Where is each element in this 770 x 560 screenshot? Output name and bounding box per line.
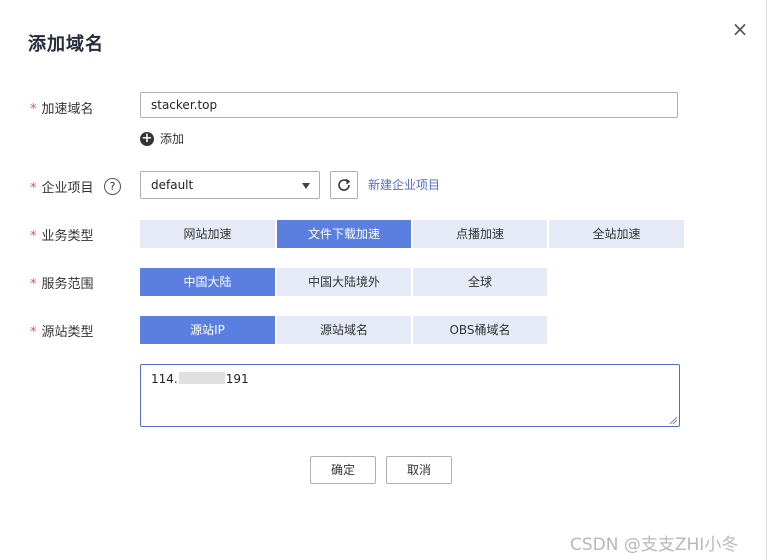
confirm-button[interactable]: 确定 xyxy=(310,456,376,484)
dialog-right-border xyxy=(766,0,767,560)
required-mark: * xyxy=(30,229,37,244)
origin-type-label: * 源站类型 xyxy=(30,325,94,340)
add-domain-button[interactable]: + 添加 xyxy=(140,130,184,147)
business-type-option[interactable]: 网站加速 xyxy=(140,220,275,248)
required-mark: * xyxy=(30,181,37,196)
redacted-block xyxy=(178,372,225,384)
project-label: * 企业项目 xyxy=(30,181,94,196)
help-icon[interactable]: ? xyxy=(104,178,121,195)
service-scope-option-selected[interactable]: 中国大陆 xyxy=(140,268,275,296)
cancel-button[interactable]: 取消 xyxy=(386,456,452,484)
create-project-link[interactable]: 新建企业项目 xyxy=(368,176,440,193)
required-mark: * xyxy=(30,277,37,292)
caret-down-icon xyxy=(302,183,310,189)
origin-ip-suffix: 191 xyxy=(225,372,249,386)
business-type-option[interactable]: 点播加速 xyxy=(413,220,547,248)
business-type-option-selected[interactable]: 文件下载加速 xyxy=(277,220,411,248)
dialog-title: 添加域名 xyxy=(28,34,104,55)
resize-grip-icon[interactable] xyxy=(669,416,677,424)
business-type-label: * 业务类型 xyxy=(30,229,94,244)
plus-circle-icon: + xyxy=(140,130,154,146)
close-icon[interactable]: × xyxy=(730,19,750,39)
domain-label: * 加速域名 xyxy=(30,102,94,117)
business-type-option[interactable]: 全站加速 xyxy=(549,220,684,248)
watermark: CSDN @支支ZHI小冬 xyxy=(570,535,739,555)
required-mark: * xyxy=(30,102,37,117)
refresh-button[interactable] xyxy=(330,171,358,199)
project-select[interactable]: default xyxy=(140,171,320,199)
add-label: 添加 xyxy=(160,132,185,146)
origin-ip-prefix: 114. xyxy=(151,372,178,386)
service-scope-label: * 服务范围 xyxy=(30,277,94,292)
project-select-value: default xyxy=(151,178,194,192)
required-mark: * xyxy=(30,325,37,340)
service-scope-option[interactable]: 全球 xyxy=(413,268,547,296)
refresh-icon xyxy=(338,178,351,191)
service-scope-option[interactable]: 中国大陆境外 xyxy=(277,268,411,296)
origin-type-option[interactable]: OBS桶域名 xyxy=(413,316,547,344)
origin-type-option-selected[interactable]: 源站IP xyxy=(140,316,275,344)
origin-type-option[interactable]: 源站域名 xyxy=(277,316,411,344)
origin-ip-textarea[interactable]: 114. 191 xyxy=(140,364,680,427)
domain-input[interactable]: stacker.top xyxy=(140,92,678,118)
